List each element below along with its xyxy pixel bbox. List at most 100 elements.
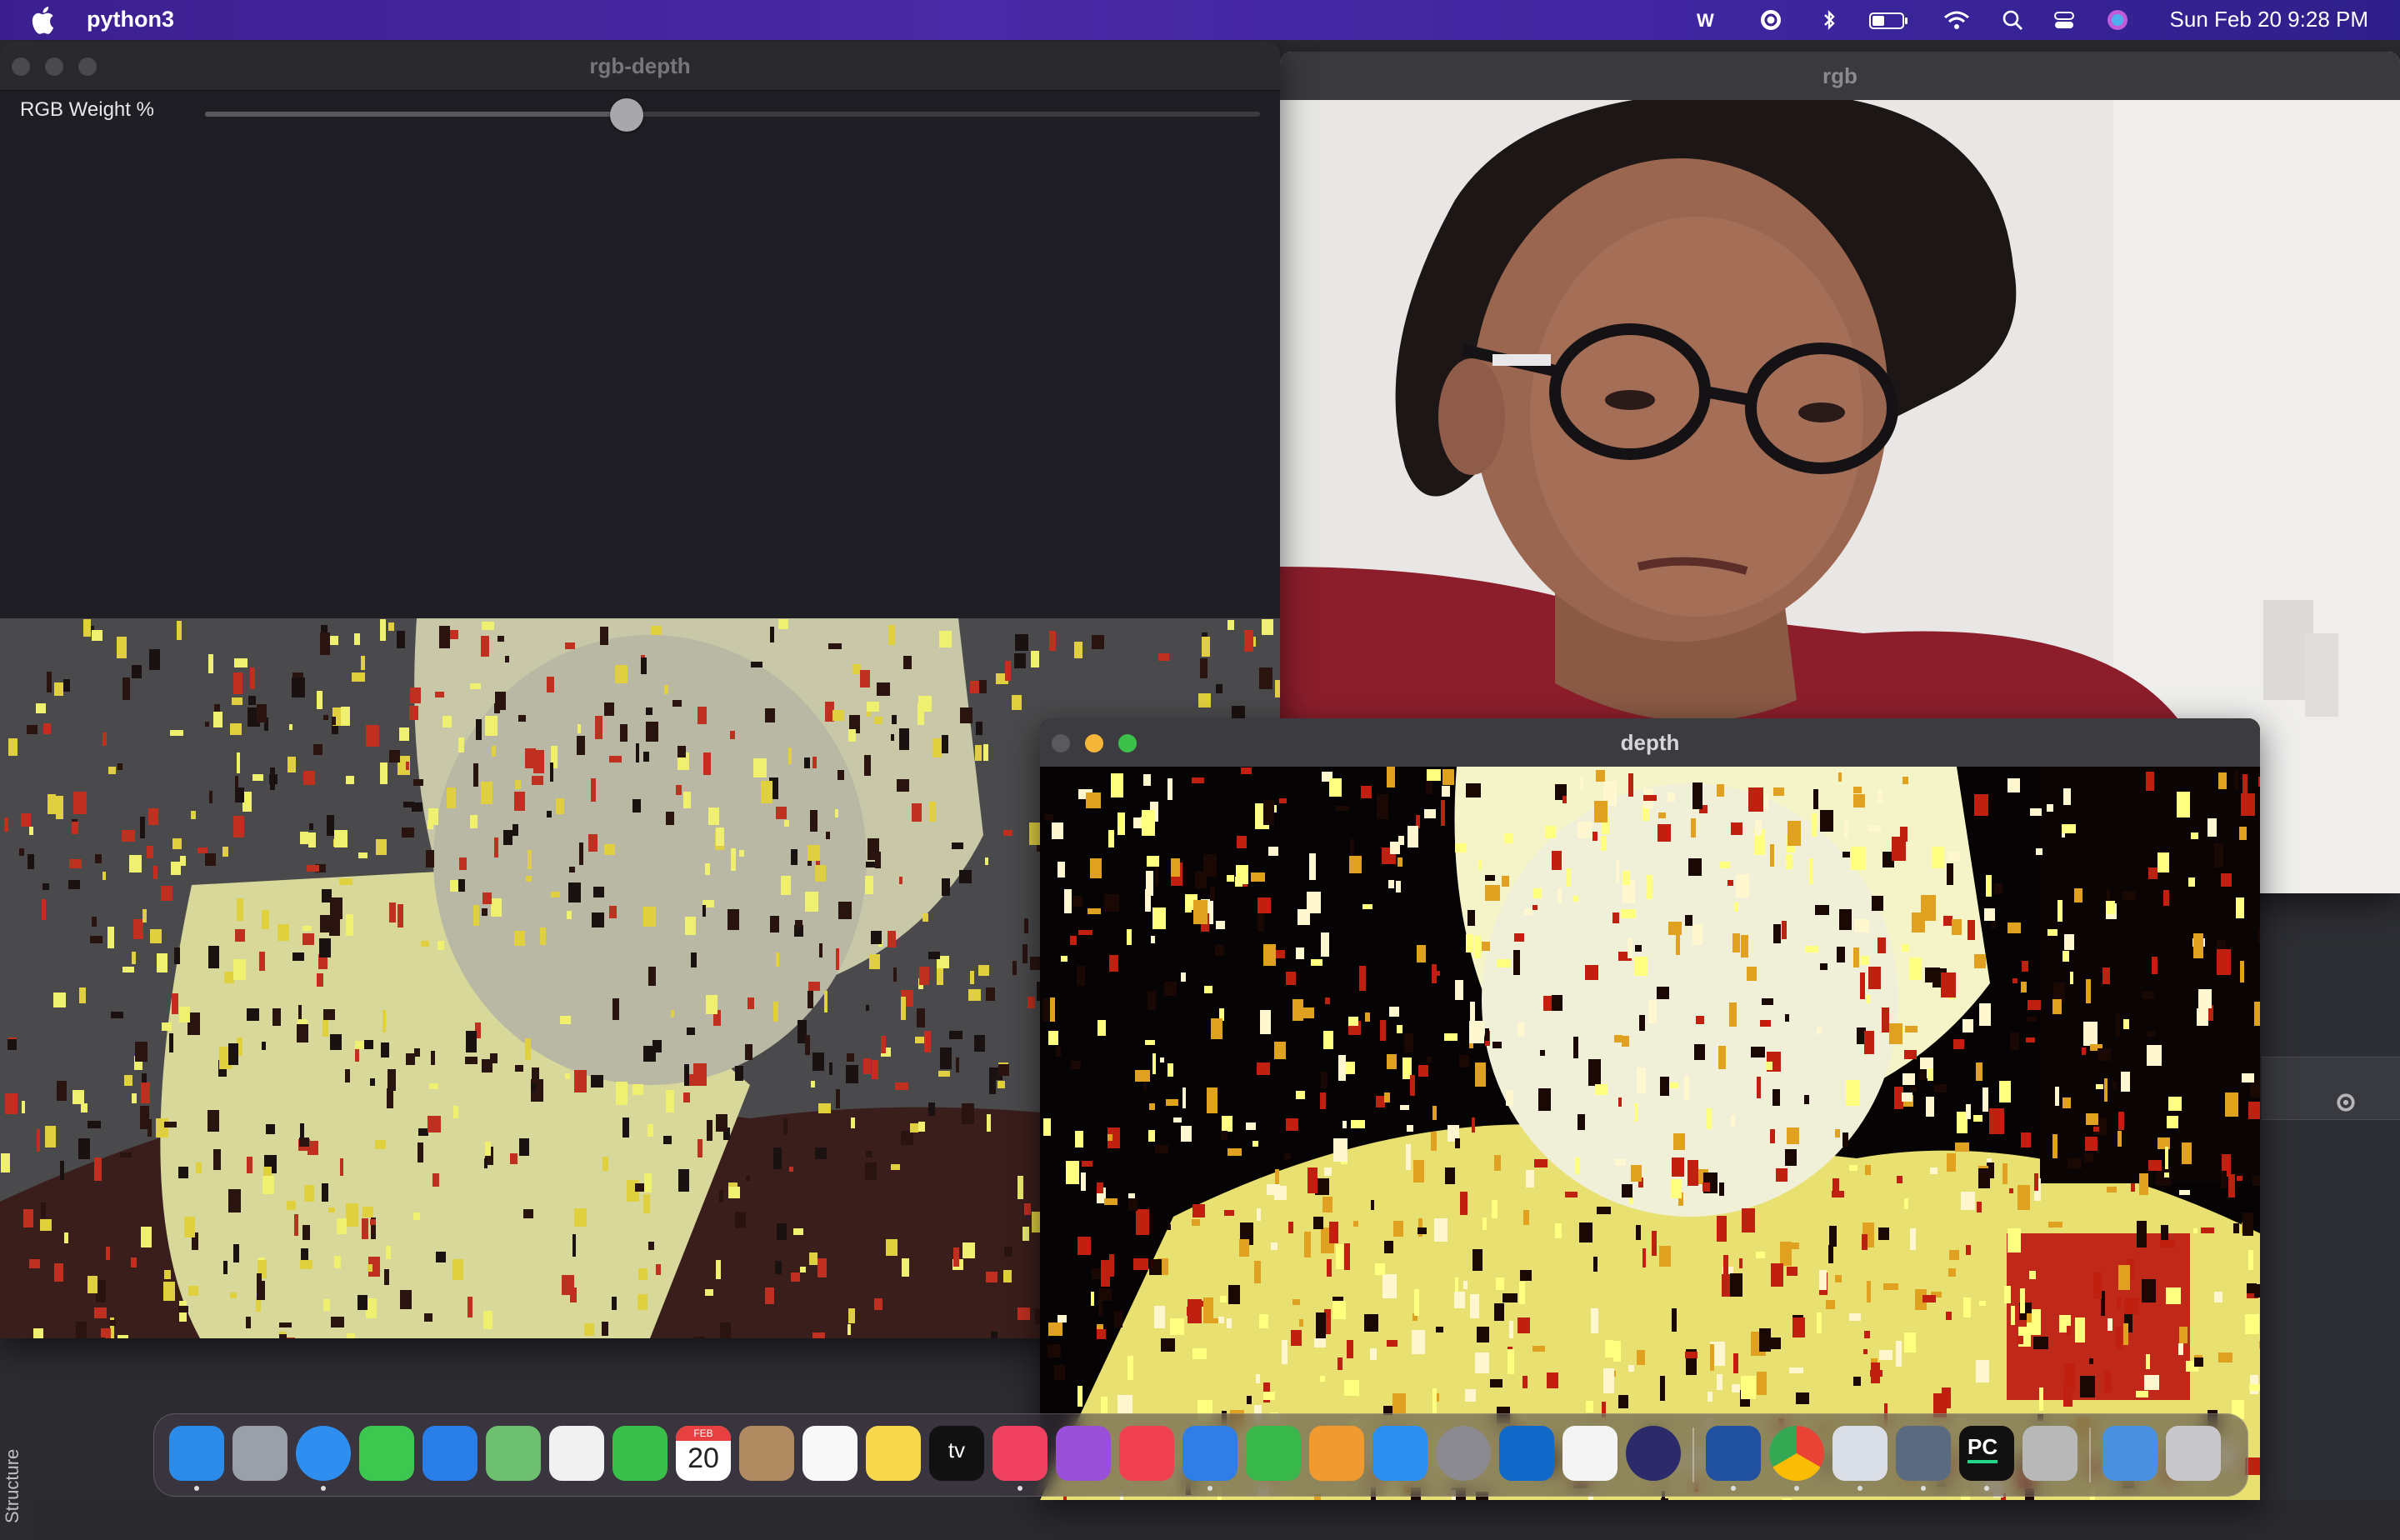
dock-contacts-icon[interactable]	[739, 1426, 794, 1481]
blend-speckle	[824, 991, 828, 1012]
dock-trash-icon[interactable]	[2166, 1426, 2221, 1481]
wordweb-icon[interactable]: W	[1695, 8, 1720, 32]
depth-speckle	[1838, 772, 1842, 782]
dock-pycharm-icon[interactable]: PC	[1959, 1426, 2014, 1481]
blend-speckle	[612, 1297, 617, 1310]
dock-google-play-icon[interactable]	[1562, 1426, 1618, 1481]
siri-icon[interactable]	[2105, 8, 2130, 32]
dock-reminders-icon[interactable]	[802, 1426, 858, 1481]
minimize-button[interactable]	[1085, 734, 1103, 752]
depth-speckle	[1813, 789, 1818, 809]
wifi-icon[interactable]	[1942, 8, 1972, 32]
control-center-icon[interactable]	[2052, 8, 2077, 32]
dock-script-editor-icon[interactable]	[2022, 1426, 2078, 1481]
dock-finder-icon[interactable]	[169, 1426, 224, 1481]
battery-icon[interactable]	[1868, 8, 1910, 32]
dock-music-icon[interactable]	[992, 1426, 1048, 1481]
blend-speckle	[514, 931, 525, 946]
blend-speckle	[716, 1260, 721, 1279]
depth-speckle	[2237, 1176, 2242, 1181]
depth-speckle	[1720, 862, 1730, 868]
dock-facetime-icon[interactable]	[612, 1426, 668, 1481]
blend-speckle	[250, 668, 255, 689]
blend-speckle	[694, 1337, 705, 1338]
blend-speckle	[739, 850, 744, 857]
depth-speckle	[1299, 1319, 1303, 1327]
dock-downloads-icon[interactable]	[2102, 1426, 2158, 1481]
depth-speckle	[1552, 995, 1562, 1011]
zoom-button[interactable]	[1118, 734, 1137, 752]
depth-window[interactable]: depth	[1040, 718, 2260, 1500]
depth-speckle	[1853, 787, 1862, 793]
dock-mail-icon[interactable]	[422, 1426, 478, 1481]
dock-system-preferences-icon[interactable]	[1436, 1426, 1491, 1481]
depth-speckle	[1942, 1388, 1951, 1408]
rgb-depth-window-titlebar[interactable]: rgb-depth	[0, 42, 1280, 91]
depth-speckle	[1844, 821, 1848, 838]
depth-speckle	[1145, 889, 1151, 912]
dock-quicktime-icon[interactable]	[1896, 1426, 1951, 1481]
blend-speckle	[334, 1256, 341, 1268]
depth-speckle	[1565, 1192, 1578, 1198]
minimize-button[interactable]	[45, 58, 63, 76]
dock-outlook-icon[interactable]	[1499, 1426, 1554, 1481]
dock-safari-icon[interactable]	[296, 1426, 351, 1481]
depth-speckle	[1962, 1019, 1973, 1032]
blend-speckle	[233, 959, 246, 980]
depth-speckle	[1621, 909, 1636, 918]
grammarly-icon[interactable]	[1758, 8, 1783, 32]
rgb-weight-slider[interactable]	[205, 98, 1260, 132]
close-button[interactable]	[12, 58, 30, 76]
dock-pages-icon[interactable]	[1309, 1426, 1364, 1481]
dock-wordweb-icon[interactable]	[1706, 1426, 1761, 1481]
dock-photos-icon[interactable]	[549, 1426, 604, 1481]
blend-speckle	[196, 1162, 202, 1173]
dock-launchpad-icon[interactable]	[232, 1426, 288, 1481]
depth-window-titlebar[interactable]: depth	[1040, 718, 2260, 767]
dock-preview-icon[interactable]	[1832, 1426, 1888, 1481]
dock-numbers-icon[interactable]	[1246, 1426, 1301, 1481]
depth-speckle	[1601, 836, 1607, 851]
blend-speckle	[874, 717, 882, 724]
depth-speckle	[2104, 1371, 2112, 1392]
structure-tab-label[interactable]: Structure	[2, 1449, 23, 1523]
blend-speckle	[453, 1106, 458, 1118]
blend-speckle	[53, 992, 66, 1008]
blend-speckle	[1022, 944, 1028, 963]
bluetooth-icon[interactable]	[1817, 8, 1842, 32]
depth-speckle	[1522, 1376, 1528, 1388]
blend-speckle	[346, 776, 354, 784]
blend-speckle	[938, 1071, 950, 1077]
blend-speckle	[848, 729, 856, 742]
blend-speckle	[615, 665, 628, 683]
depth-speckle	[1968, 920, 1975, 940]
app-name[interactable]: python3	[87, 7, 174, 32]
gear-icon[interactable]	[2333, 1090, 2358, 1115]
close-button[interactable]	[1052, 734, 1070, 752]
spotlight-search-icon[interactable]	[2000, 8, 2025, 32]
depth-speckle	[1292, 1299, 1300, 1305]
depth-speckle	[2193, 933, 2203, 958]
dock-eclipse-icon[interactable]	[1626, 1426, 1681, 1481]
dock-news-icon[interactable]	[1119, 1426, 1174, 1481]
dock-tv-icon[interactable]: tv	[929, 1426, 984, 1481]
dock-maps-icon[interactable]	[486, 1426, 541, 1481]
dock-messages-icon[interactable]	[359, 1426, 414, 1481]
zoom-button[interactable]	[78, 58, 97, 76]
depth-speckle	[1540, 1050, 1545, 1056]
dock-keynote-icon[interactable]	[1182, 1426, 1238, 1481]
dock-podcasts-icon[interactable]	[1056, 1426, 1111, 1481]
depth-speckle	[1313, 1217, 1323, 1229]
depth-speckle	[2002, 1163, 2008, 1184]
blend-speckle	[171, 862, 181, 875]
blend-speckle	[320, 915, 332, 932]
apple-icon[interactable]	[30, 3, 58, 37]
rgb-window-titlebar[interactable]: rgb	[1280, 52, 2400, 100]
dock-chrome-icon[interactable]	[1769, 1426, 1824, 1481]
blend-speckle	[731, 848, 736, 871]
depth-speckle	[1694, 1044, 1705, 1060]
dock-app-store-icon[interactable]	[1372, 1426, 1428, 1481]
dock-notes-icon[interactable]	[866, 1426, 921, 1481]
menu-bar-clock[interactable]: Sun Feb 20 9:28 PM	[2170, 7, 2368, 32]
dock-calendar-icon[interactable]: FEB 20	[676, 1426, 731, 1481]
